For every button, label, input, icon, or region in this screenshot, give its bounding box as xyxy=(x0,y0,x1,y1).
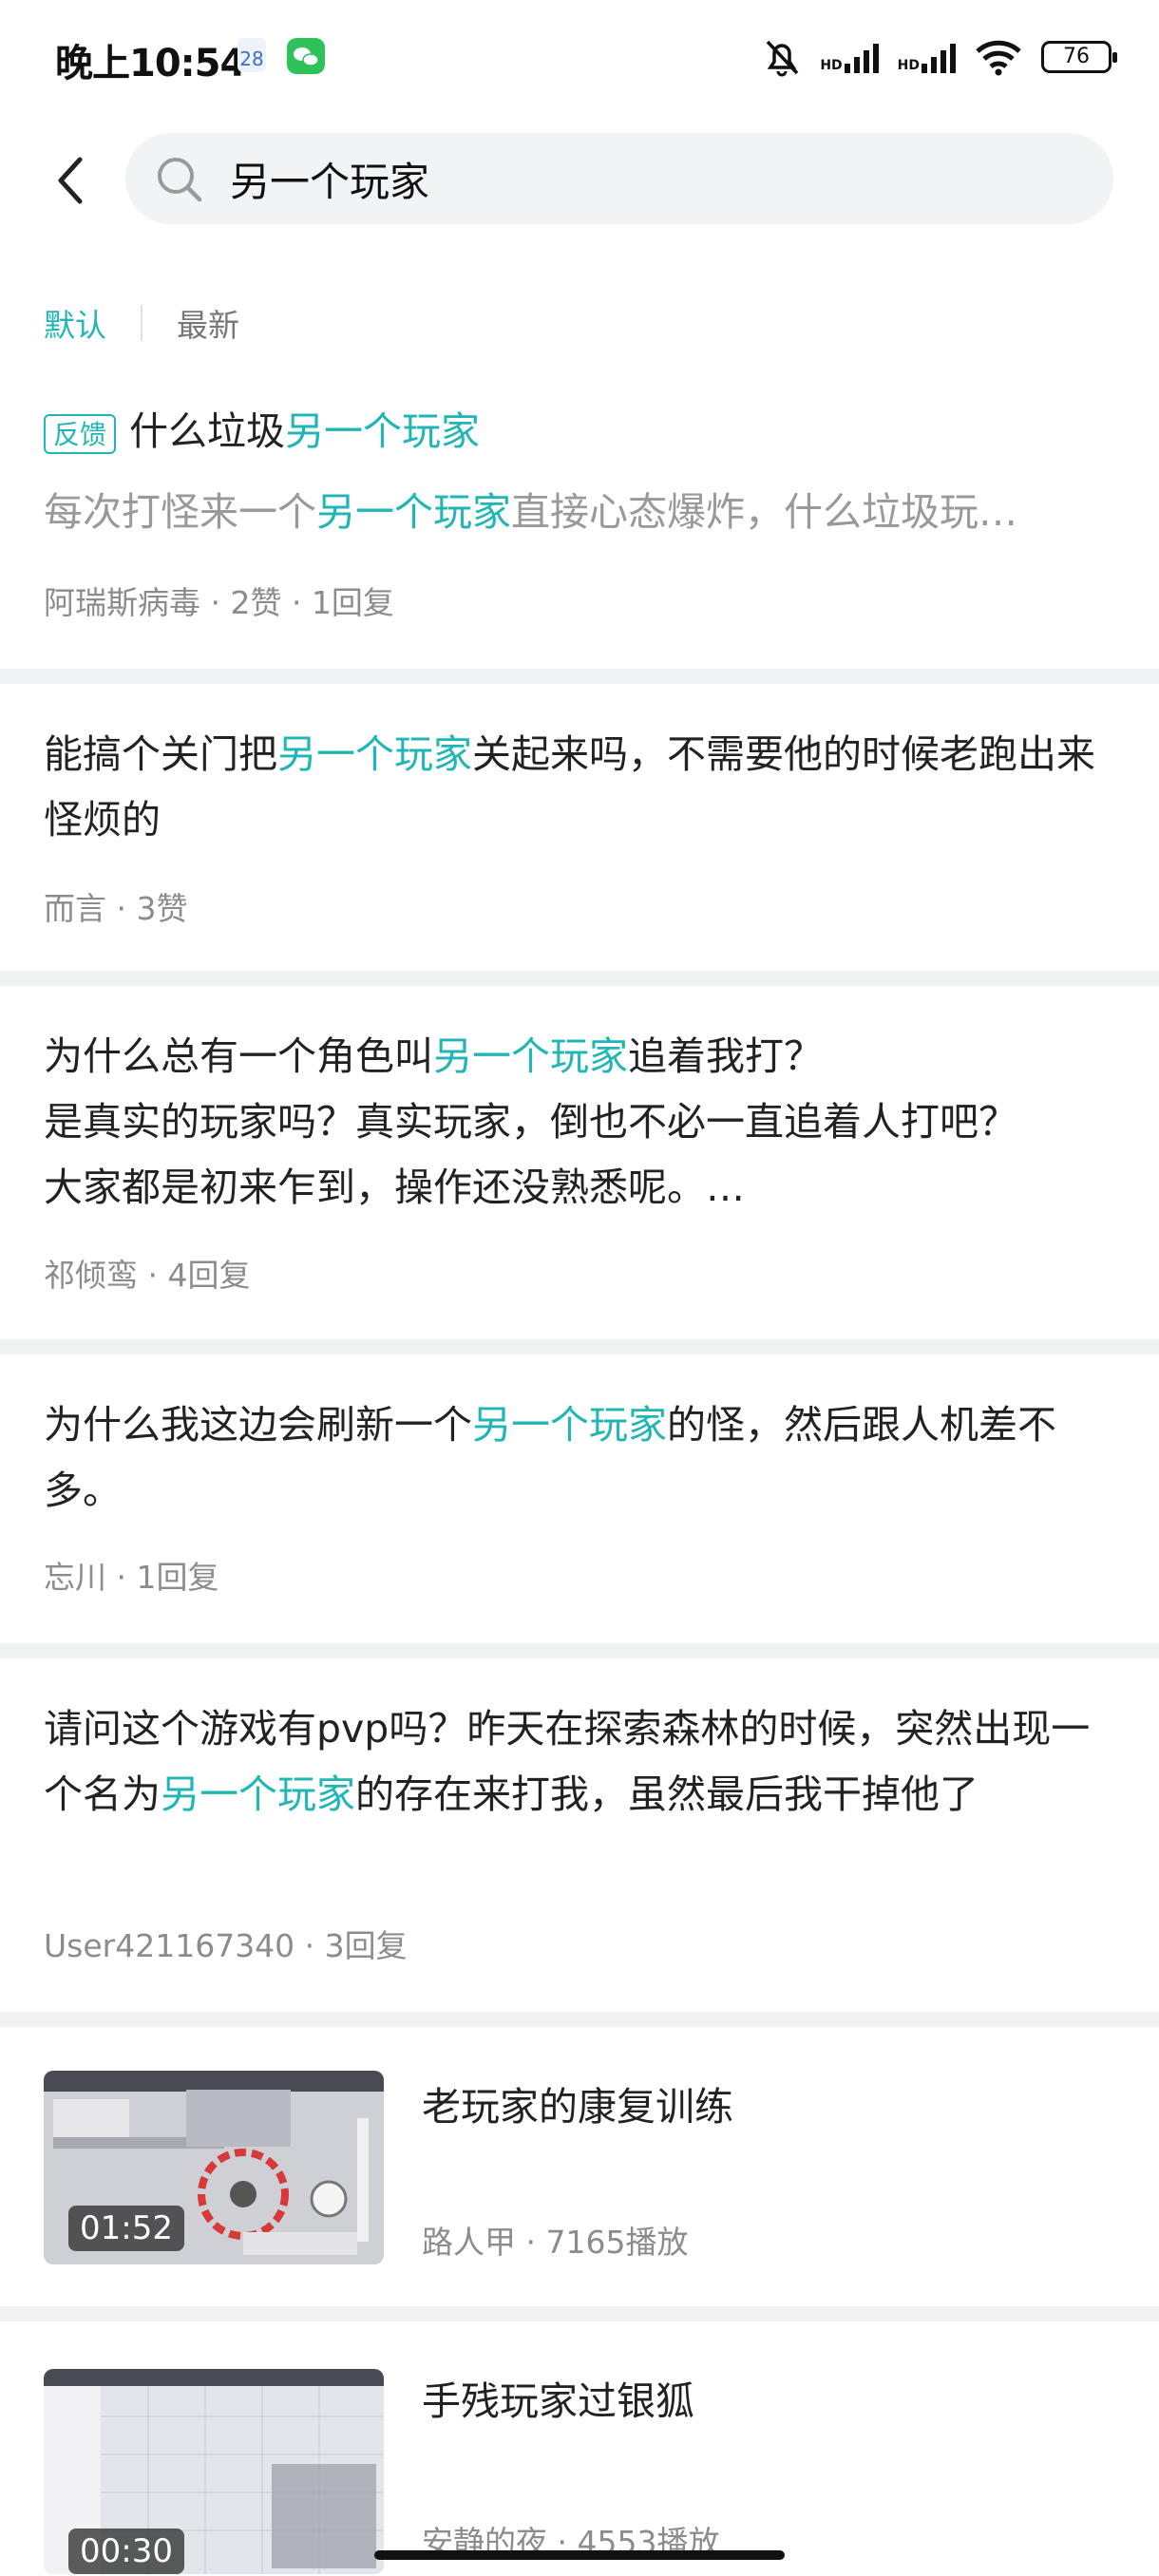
divider xyxy=(0,669,1159,684)
search-box[interactable] xyxy=(125,133,1113,224)
wifi-icon xyxy=(976,40,1021,76)
feedback-tag: 反馈 xyxy=(44,414,117,454)
battery-icon: 76 xyxy=(1041,41,1117,73)
post-title: 为什么我这边会刷新一个另一个玩家的怪，然后跟人机差不多。 xyxy=(44,1402,1056,1513)
post-meta: 阿瑞斯病毒 · 2赞 · 1回复 xyxy=(44,584,394,621)
tab-latest[interactable]: 最新 xyxy=(177,300,239,346)
home-indicator[interactable] xyxy=(374,2550,785,2560)
divider xyxy=(0,971,1159,986)
video-item[interactable]: 01:52 老玩家的康复训练 路人甲 · 7165播放 xyxy=(0,2027,1159,2302)
post-title: 请问这个游戏有pvp吗？昨天在探索森林的时候，突然出现一个名为另一个玩家的存在来… xyxy=(44,1706,1091,1817)
divider xyxy=(0,2012,1159,2027)
divider xyxy=(0,1339,1159,1354)
post-excerpt: 每次打怪来一个另一个玩家直接心态爆炸，什么垃圾玩… xyxy=(44,489,1017,535)
video-duration: 01:52 xyxy=(68,2206,184,2251)
tab-default[interactable]: 默认 xyxy=(44,300,106,346)
video-item[interactable]: 00:30 手残玩家过银狐 安静的夜 · 4553播放 xyxy=(0,2321,1159,2576)
mute-bell-icon xyxy=(767,40,799,77)
post-meta: 忘川 · 1回复 xyxy=(44,1559,219,1596)
video-duration: 00:30 xyxy=(68,2529,184,2574)
signal-1-icon: HD xyxy=(820,41,879,73)
video-title: 老玩家的康复训练 xyxy=(422,2084,733,2130)
post-meta: 而言 · 3赞 xyxy=(44,890,188,927)
video-thumbnail[interactable]: 00:30 xyxy=(44,2369,384,2574)
search-icon xyxy=(158,158,202,202)
video-thumbnail[interactable]: 01:52 xyxy=(44,2071,384,2264)
post-title: 能搞个关门把另一个玩家关起来吗，不需要他的时候老跑出来怪烦的 xyxy=(44,731,1095,843)
status-bar: 晚上10:54 28 HD HD 76 xyxy=(0,0,1159,114)
divider xyxy=(0,2306,1159,2321)
video-title: 手残玩家过银狐 xyxy=(422,2378,694,2424)
tab-separator xyxy=(141,305,142,341)
sort-tabs: 默认 最新 xyxy=(44,299,239,347)
post-title: 反馈 什么垃圾另一个玩家 xyxy=(44,399,1117,464)
signal-2-icon: HD xyxy=(898,41,956,73)
post-meta: 祁倾鸾 · 4回复 xyxy=(44,1257,251,1294)
video-meta: 路人甲 · 7165播放 xyxy=(422,2224,689,2261)
calendar-icon: 28 xyxy=(238,38,266,72)
status-time: 晚上10:54 xyxy=(55,42,246,85)
post-meta: User421167340 · 3回复 xyxy=(44,1927,408,1964)
back-arrow-icon[interactable] xyxy=(44,150,104,211)
search-header xyxy=(0,133,1159,228)
list-item[interactable]: 能搞个关门把另一个玩家关起来吗，不需要他的时候老跑出来怪烦的 而言 · 3赞 xyxy=(0,684,1159,969)
post-title: 为什么总有一个角色叫另一个玩家追着我打？ 是真实的玩家吗？真实玩家，倒也不必一直… xyxy=(44,1033,1017,1210)
list-item[interactable]: 请问这个游戏有pvp吗？昨天在探索森林的时候，突然出现一个名为另一个玩家的存在来… xyxy=(0,1658,1159,2010)
list-item[interactable]: 反馈 什么垃圾另一个玩家 每次打怪来一个另一个玩家直接心态爆炸，什么垃圾玩… 阿瑞… xyxy=(0,389,1159,665)
list-item[interactable]: 为什么我这边会刷新一个另一个玩家的怪，然后跟人机差不多。 忘川 · 1回复 xyxy=(0,1354,1159,1639)
wechat-icon xyxy=(287,38,325,74)
list-item[interactable]: 为什么总有一个角色叫另一个玩家追着我打？ 是真实的玩家吗？真实玩家，倒也不必一直… xyxy=(0,986,1159,1337)
divider xyxy=(0,1643,1159,1658)
search-input[interactable] xyxy=(230,133,1066,224)
